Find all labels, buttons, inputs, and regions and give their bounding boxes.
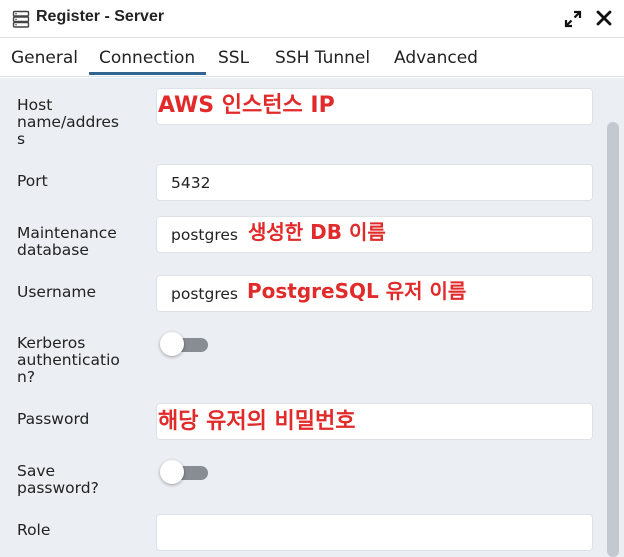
password-annotation: 해당 유저의 비밀번호 xyxy=(158,409,356,434)
host-label-line: Host xyxy=(17,96,53,114)
expand-icon[interactable] xyxy=(563,9,583,29)
tab-general[interactable]: General xyxy=(11,48,78,68)
maintenance-db-label-line: Maintenance xyxy=(17,224,117,242)
kerberos-toggle[interactable] xyxy=(160,332,208,356)
tab-bar: General Connection SSL SSH Tunnel Advanc… xyxy=(0,39,624,77)
kerberos-label-line: Kerberos xyxy=(17,334,86,352)
port-label-line: Port xyxy=(17,172,48,190)
username-annotation: PostgreSQL 유저 이름 xyxy=(247,279,467,303)
save-password-label-line: Save xyxy=(17,462,56,480)
close-icon[interactable] xyxy=(594,8,614,28)
server-icon xyxy=(12,10,30,28)
host-annotation: AWS 인스턴스 IP xyxy=(158,93,335,118)
kerberos-label: Kerberos authenticatio n? xyxy=(17,335,120,386)
username-label: Username xyxy=(17,284,96,301)
dialog-title: Register - Server xyxy=(36,8,165,25)
port-input[interactable]: 5432 xyxy=(156,164,593,201)
save-password-toggle[interactable] xyxy=(160,460,208,484)
scrollbar-thumb[interactable] xyxy=(607,122,619,557)
save-password-label: Save password? xyxy=(17,463,99,497)
maintenance-db-value: postgres xyxy=(171,226,238,244)
maintenance-db-label-line: database xyxy=(17,241,89,259)
username-value: postgres xyxy=(171,285,238,303)
maintenance-db-label: Maintenance database xyxy=(17,225,117,259)
port-label: Port xyxy=(17,173,48,190)
password-label-line: Password xyxy=(17,410,90,428)
kerberos-label-line: n? xyxy=(17,368,36,386)
tab-ssh-tunnel[interactable]: SSH Tunnel xyxy=(275,48,370,68)
username-label-line: Username xyxy=(17,283,97,301)
host-label: Host name/addres s xyxy=(17,97,119,148)
host-label-line: s xyxy=(17,130,26,148)
tab-ssl[interactable]: SSL xyxy=(218,48,249,68)
kerberos-label-line: authenticatio xyxy=(17,351,120,369)
active-tab-indicator xyxy=(89,72,206,75)
password-label: Password xyxy=(17,411,89,428)
host-label-line: name/addres xyxy=(17,113,119,131)
role-label-line: Role xyxy=(17,521,51,539)
role-input[interactable] xyxy=(156,514,593,551)
toggle-knob xyxy=(160,332,184,356)
toggle-knob xyxy=(160,460,184,484)
tab-connection[interactable]: Connection xyxy=(99,48,195,68)
dialog-titlebar: Register - Server xyxy=(0,0,624,38)
connection-form: Host name/addres s Port 5432 Maintenance… xyxy=(0,78,624,557)
port-value: 5432 xyxy=(171,174,211,192)
maintenance-db-annotation: 생성한 DB 이름 xyxy=(248,220,386,244)
tab-advanced[interactable]: Advanced xyxy=(394,48,478,68)
vertical-scrollbar[interactable] xyxy=(605,78,624,557)
save-password-label-line: password? xyxy=(17,479,99,497)
role-label: Role xyxy=(17,522,50,539)
